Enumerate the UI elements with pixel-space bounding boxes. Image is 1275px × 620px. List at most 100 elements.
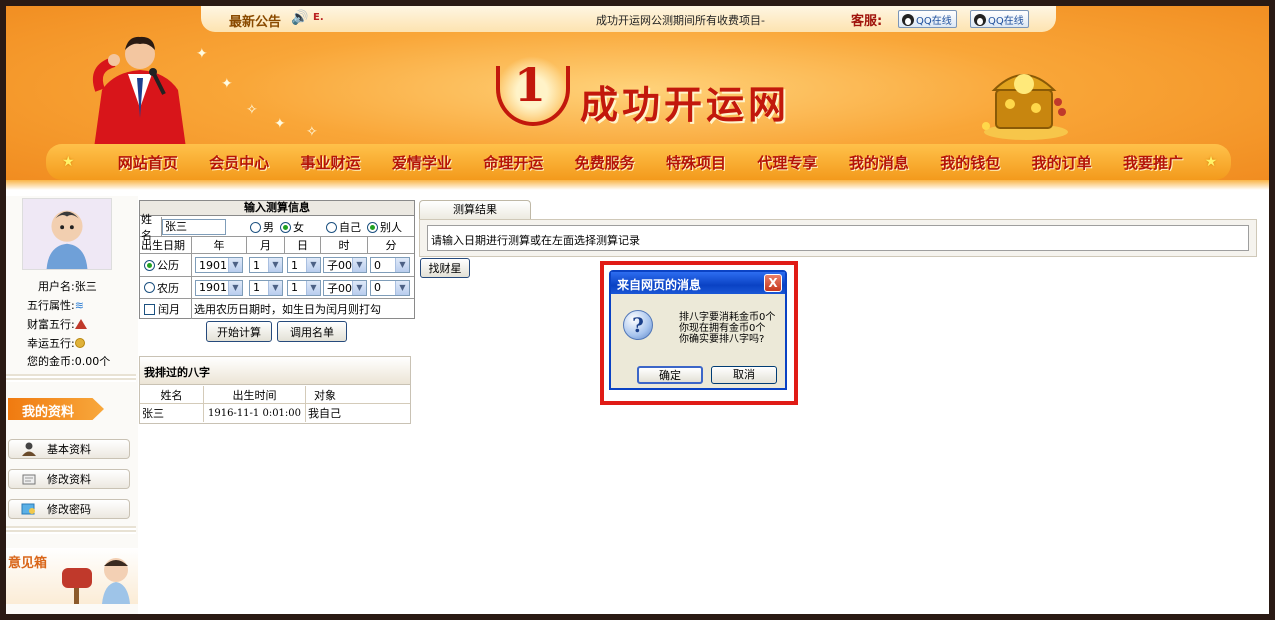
name-row: 姓名 张三 男 女 自己 别人 (140, 213, 414, 242)
tab-result[interactable]: 测算结果 (419, 200, 531, 220)
birth-date-label: 出生日期 (140, 237, 192, 253)
change-password-button[interactable]: 修改密码 (8, 499, 130, 519)
solar-minute-select[interactable]: 0 ▼ (370, 257, 410, 273)
nav-item-home[interactable]: 网站首页 (102, 152, 193, 173)
notice-marquee[interactable]: 成功开运网公测期间所有收费项目- (596, 12, 765, 28)
lucky-wuxing-label: 幸运五行: (27, 335, 85, 351)
chevron-down-icon: ▼ (268, 258, 282, 272)
start-calculation-button[interactable]: 开始计算 (206, 321, 272, 342)
nav-item-promote[interactable]: 我要推广 (1107, 152, 1198, 173)
fire-triangle-icon (74, 319, 87, 329)
lunar-hour-select[interactable]: 子00 ▼ (323, 279, 367, 296)
qq-penguin-icon (902, 13, 914, 26)
chevron-down-icon: ▼ (228, 258, 242, 272)
qq-online-button-1[interactable]: QQ在线 (898, 10, 957, 28)
nav-item-fortune[interactable]: 命理开运 (468, 152, 559, 173)
gender-male-radio[interactable]: 男 (250, 219, 274, 235)
star-icon: ★ (62, 154, 75, 170)
find-wealth-star-button[interactable]: 找财星 (420, 258, 470, 278)
chevron-down-icon: ▼ (228, 280, 242, 295)
avatar (22, 198, 112, 270)
lunar-minute-select[interactable]: 0 ▼ (370, 279, 410, 296)
water-wave-icon: ≋ (74, 299, 84, 312)
chevron-down-icon: ▼ (306, 280, 320, 295)
ok-button[interactable]: 确定 (637, 366, 703, 384)
sparkle-icon: ✦ (196, 46, 208, 62)
nav-item-free-service[interactable]: 免费服务 (559, 152, 650, 173)
history-col-birth: 出生时间 (204, 386, 306, 404)
name-input[interactable]: 张三 (162, 218, 226, 235)
year-column-header: 年 (192, 237, 247, 253)
caifu-wuxing-label: 财富五行: (27, 316, 87, 332)
close-icon[interactable]: X (764, 274, 782, 292)
chevron-down-icon: ▼ (395, 258, 409, 272)
nav-item-orders[interactable]: 我的订单 (1016, 152, 1107, 173)
main-nav: ★ 网站首页 会员中心 事业财运 爱情学业 命理开运 免费服务 特殊项目 代理专… (46, 144, 1231, 180)
nav-item-member-center[interactable]: 会员中心 (193, 152, 284, 173)
month-column-header: 月 (247, 237, 285, 253)
dialog-line: 排八字要消耗金币0个 (679, 312, 776, 323)
dialog-line: 你确实要排八字吗? (679, 334, 765, 345)
notice-title: 最新公告 (229, 15, 282, 30)
cancel-button[interactable]: 取消 (711, 366, 777, 384)
suggestion-box[interactable]: 意见箱 (6, 548, 138, 604)
nav-item-special[interactable]: 特殊项目 (650, 152, 741, 173)
chevron-down-icon: ▼ (306, 258, 320, 272)
solar-month-select[interactable]: 1 ▼ (249, 257, 283, 273)
customer-service-label: 客服: (851, 14, 883, 29)
username-label: 用户名:张三 (38, 280, 97, 293)
star-icon: ★ (1204, 154, 1218, 170)
nav-item-love-study[interactable]: 爱情学业 (376, 152, 467, 173)
history-row-name[interactable]: 张三 (140, 404, 204, 422)
leap-row: 闰月 选用农历日期时，如生日为闰月则打勾 (140, 299, 414, 319)
dialog-message: 排八字要消耗金币0个 你现在拥有金币0个 你确实要排八字吗? (679, 312, 775, 345)
nav-item-wallet[interactable]: 我的钱包 (925, 152, 1016, 173)
presenter-image (92, 36, 186, 148)
date-header-row: 出生日期 年 月 日 时 分 (140, 237, 414, 254)
hour-column-header: 时 (321, 237, 368, 253)
history-col-target: 对象 (306, 386, 410, 404)
qq-penguin-icon (974, 13, 986, 26)
nav-item-messages[interactable]: 我的消息 (833, 152, 924, 173)
name-label: 姓名 (140, 213, 162, 242)
input-form: 输入测算信息 姓名 张三 男 女 自己 别人 出生日期 年 月 日 时 分 公历 (139, 200, 415, 319)
sparkle-icon: ✧ (306, 124, 318, 140)
qq-online-button-2[interactable]: QQ在线 (970, 10, 1029, 28)
user-sidebar: 用户名:张三 五行属性:≋ 财富五行: 幸运五行: 您的金币:0.00个 我的资… (6, 196, 138, 614)
lunar-row: 农历 1901 ▼ 1 ▼ 1 ▼ 子00 ▼ 0 ▼ (140, 277, 414, 299)
speaker-icon: 🔊 (291, 10, 309, 26)
result-panel: 请输入日期进行测算或在左面选择测算记录 (419, 219, 1257, 257)
leap-month-checkbox[interactable]: 闰月 (140, 299, 192, 319)
nav-item-agent[interactable]: 代理专享 (742, 152, 833, 173)
history-row-target[interactable]: 我自己 (306, 404, 410, 422)
chevron-down-icon: ▼ (395, 280, 409, 295)
solar-year-select[interactable]: 1901 ▼ (195, 257, 243, 273)
lunar-day-select[interactable]: 1 ▼ (287, 279, 321, 296)
dialog-title: 来自网页的消息 (611, 272, 785, 294)
history-row-birth[interactable]: 1916-11-1 0:01:00 (204, 404, 306, 422)
history-title: 我排过的八字 (140, 357, 410, 385)
bazi-history-table: 我排过的八字 姓名 出生时间 对象 张三 1916-11-1 0:01:00 我… (139, 356, 411, 424)
solar-row: 公历 1901 ▼ 1 ▼ 1 ▼ 子00 ▼ 0 ▼ (140, 254, 414, 277)
lunar-month-select[interactable]: 1 ▼ (249, 279, 283, 296)
lunar-year-select[interactable]: 1901 ▼ (195, 279, 243, 296)
lunar-radio[interactable]: 农历 (140, 277, 192, 298)
my-profile-heading: 我的资料 (8, 398, 104, 420)
treasure-chest-image (982, 74, 1068, 140)
leap-month-note: 选用农历日期时，如生日为闰月则打勾 (194, 303, 381, 316)
nav-item-career-wealth[interactable]: 事业财运 (285, 152, 376, 173)
user-icon (22, 442, 36, 456)
edit-info-button[interactable]: 修改资料 (8, 469, 130, 489)
gold-coin-icon (74, 338, 85, 348)
solar-radio[interactable]: 公历 (140, 254, 192, 276)
site-logo-text[interactable]: 成功开运网 (580, 74, 790, 129)
solar-hour-select[interactable]: 子00 ▼ (323, 257, 367, 273)
target-other-radio[interactable]: 别人 (367, 219, 402, 235)
solar-day-select[interactable]: 1 ▼ (287, 257, 321, 273)
target-self-radio[interactable]: 自己 (326, 219, 361, 235)
sparkle-icon: ✦ (221, 76, 233, 92)
load-names-button[interactable]: 调用名单 (277, 321, 347, 342)
day-column-header: 日 (285, 237, 321, 253)
basic-info-button[interactable]: 基本资料 (8, 439, 130, 459)
gender-female-radio[interactable]: 女 (280, 219, 304, 235)
